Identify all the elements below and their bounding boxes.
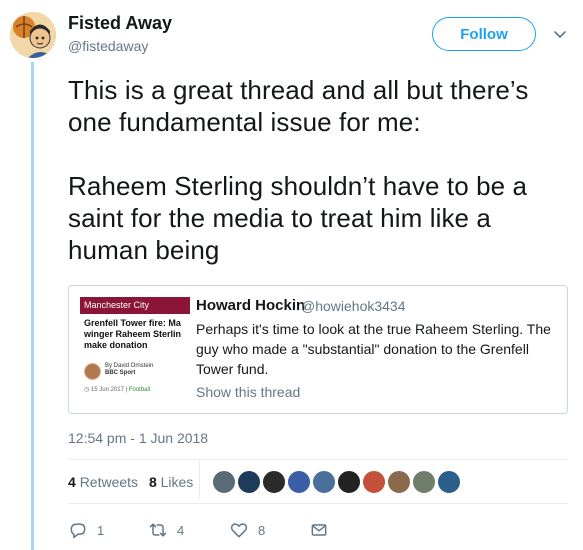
reply-button[interactable]: 1 (68, 520, 104, 540)
stats-divider (199, 461, 200, 499)
display-name[interactable]: Fisted Away (68, 13, 172, 34)
likes-label: Likes (160, 474, 194, 490)
thumbnail-title-line: winger Raheem Sterlin (84, 329, 182, 339)
liker-avatar[interactable] (211, 469, 237, 495)
retweets-label: Retweets (79, 474, 139, 490)
tweet-paragraph-2: Raheem Sterling shouldn’t have to be a s… (68, 171, 528, 265)
liker-avatar[interactable] (411, 469, 437, 495)
direct-message-button[interactable] (309, 520, 329, 540)
cartoon-avatar-icon (10, 12, 56, 58)
likes-stat[interactable]: 8 Likes (149, 474, 193, 490)
liker-avatar[interactable] (286, 469, 312, 495)
quoted-tweet-thumbnail: Manchester City Grenfell Tower fire: Ma … (80, 297, 190, 402)
byline-org: BBC Sport (105, 370, 136, 376)
envelope-icon (311, 524, 327, 536)
user-handle[interactable]: @fistedaway (68, 38, 148, 54)
divider (68, 459, 568, 460)
quoted-tweet-card[interactable]: Manchester City Grenfell Tower fire: Ma … (68, 285, 568, 414)
reply-count: 1 (97, 522, 105, 538)
reply-icon (70, 523, 86, 539)
retweets-count: 4 (68, 474, 76, 490)
liker-avatar[interactable] (236, 469, 262, 495)
engagement-stats: 4 Retweets 8 Likes (68, 474, 193, 490)
retweet-button[interactable]: 4 (148, 520, 184, 540)
thumbnail-tag: Football (128, 387, 151, 393)
retweet-icon (149, 523, 167, 537)
thread-connector-line (31, 62, 34, 550)
tweet-timestamp[interactable]: 12:54 pm - 1 Jun 2018 (68, 430, 208, 446)
retweets-stat[interactable]: 4 Retweets (68, 474, 138, 490)
heart-icon (230, 523, 248, 538)
likes-count: 8 (148, 474, 157, 490)
liker-avatar[interactable] (361, 469, 387, 495)
thumbnail-title-line: make donation (84, 340, 148, 350)
liker-avatar[interactable] (336, 469, 362, 495)
thumbnail-title-line: Grenfell Tower fire: Ma (84, 318, 181, 328)
thumbnail-date-text: 15 Jun 2017 (90, 387, 124, 393)
like-button[interactable]: 8 (229, 520, 265, 540)
like-count: 8 (258, 522, 266, 538)
quoted-tweet-text: Perhaps it's time to look at the true Ra… (196, 321, 551, 377)
byline-author: By David Ornstein (105, 363, 154, 369)
liker-avatar[interactable] (261, 469, 287, 495)
thumbnail-date: ◷ 15 Jun 2017 | Football (84, 387, 151, 393)
tweet-text: This is a great thread and all but there… (68, 74, 568, 266)
quoted-display-name: Howard Hockin (196, 297, 306, 314)
follow-button[interactable]: Follow (432, 17, 536, 51)
show-thread-link[interactable]: Show this thread (196, 384, 300, 400)
tweet-paragraph-1: This is a great thread and all but there… (68, 75, 529, 137)
liker-avatar[interactable] (386, 469, 412, 495)
liker-avatar[interactable] (311, 469, 337, 495)
retweet-count: 4 (177, 522, 185, 538)
divider (68, 503, 568, 504)
liker-avatar[interactable] (436, 469, 462, 495)
thumbnail-section: Manchester City (80, 297, 190, 314)
user-avatar[interactable] (10, 12, 56, 58)
author-avatar (84, 363, 101, 380)
chevron-down-icon[interactable] (552, 26, 568, 42)
quoted-handle: @howiehok3434 (301, 298, 406, 314)
thumbnail-byline: By David Ornstein BBC Sport (105, 363, 153, 377)
